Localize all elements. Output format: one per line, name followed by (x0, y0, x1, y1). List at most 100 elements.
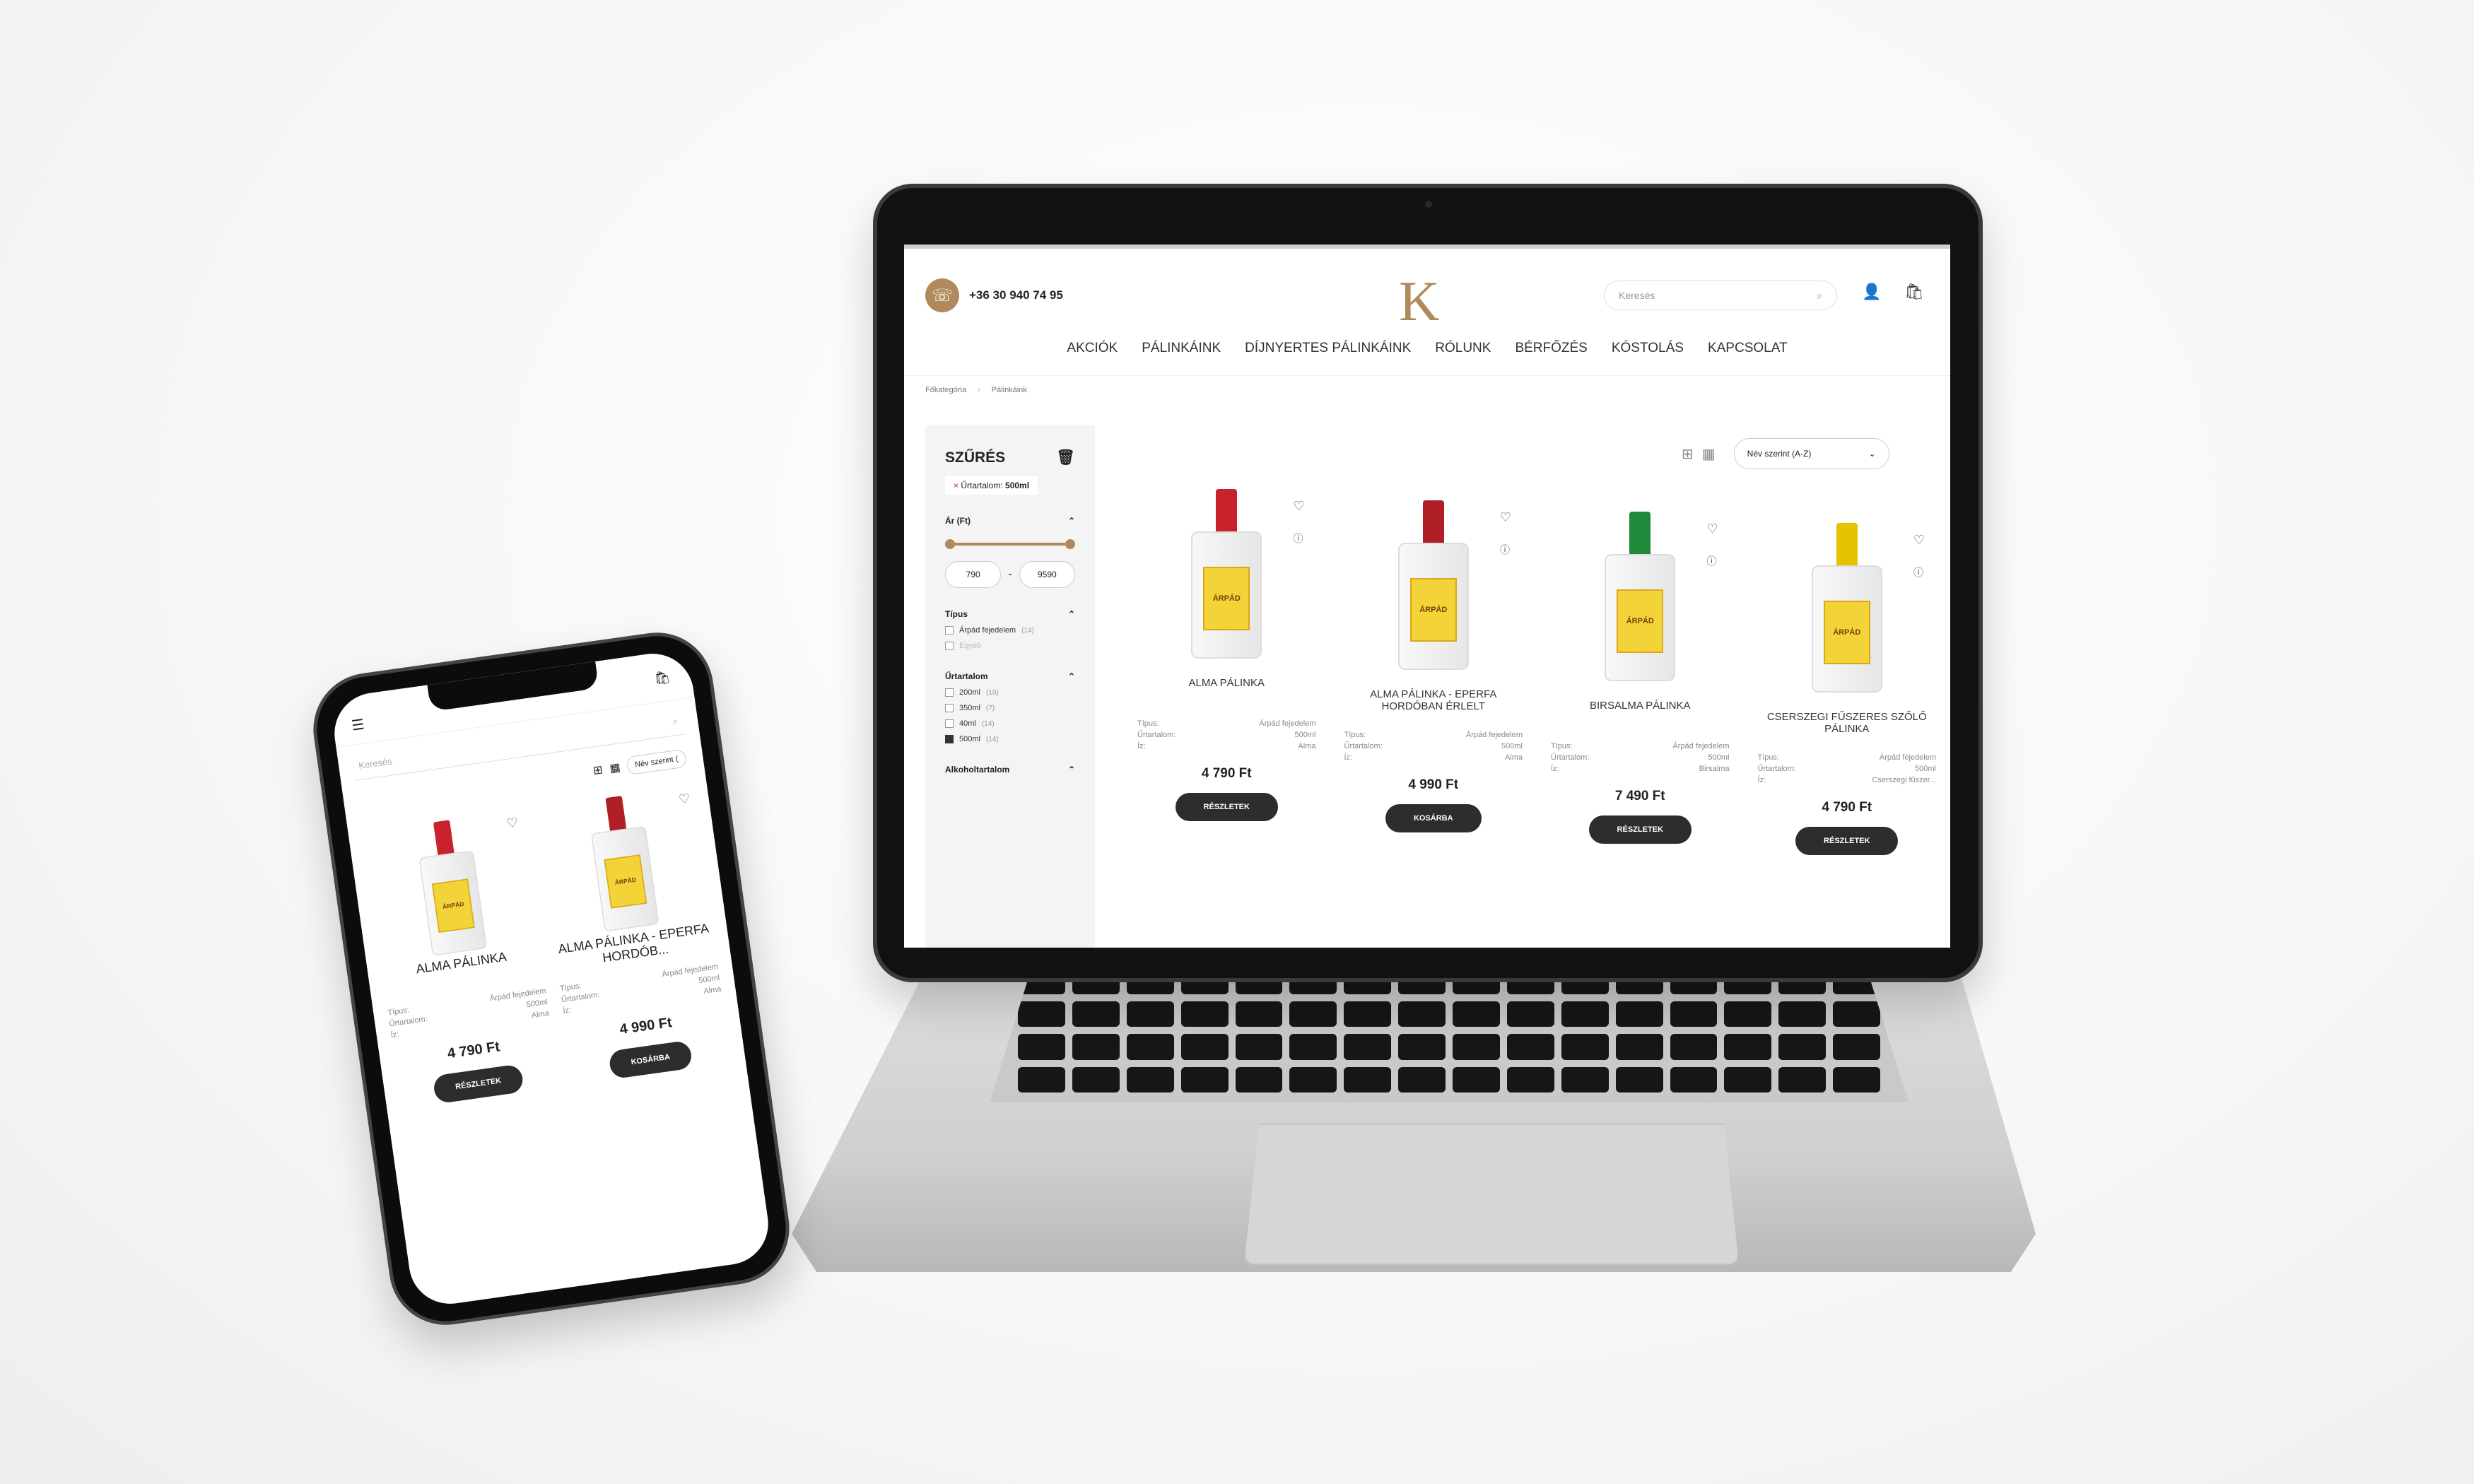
info-icon[interactable]: ⓘ (1500, 543, 1510, 557)
product-action-button[interactable]: KOSÁRBA (1385, 804, 1482, 832)
product-action-button[interactable]: RÉSZLETEK (1795, 827, 1899, 855)
checkbox[interactable] (945, 626, 954, 635)
user-icon[interactable]: 👤 (1862, 283, 1881, 301)
product-image[interactable]: ÁRPÁD (1587, 512, 1693, 688)
checkbox[interactable] (945, 719, 954, 728)
price-min-input[interactable]: 790 (945, 561, 1002, 588)
bottle-label: ÁRPÁD (1203, 567, 1250, 630)
product-image[interactable]: ÁRPÁD (573, 791, 674, 939)
price-filter-header[interactable]: Ár (Ft) ⌃ (945, 516, 1075, 526)
trash-icon[interactable]: 🗑 (1056, 449, 1075, 466)
nav-item-kapcsolat[interactable]: KAPCSOLAT (1708, 341, 1788, 356)
mobile-product-card[interactable]: ♡ ÁRPÁD ALMA PÁLINKA - EPERFA HORDÓB... … (534, 781, 732, 1085)
product-image[interactable]: ÁRPÁD (1794, 523, 1900, 700)
bag-icon[interactable]: 🛍 (653, 670, 672, 687)
volume-option[interactable]: 350ml (7) (945, 704, 1075, 712)
bottle-cap (1422, 500, 1444, 543)
grid-view-icon[interactable]: ⊞ (1682, 445, 1694, 463)
keyboard-key (1344, 1066, 1392, 1093)
nav-item-berfozes[interactable]: BÉRFŐZÉS (1515, 341, 1587, 356)
mobile-product-card[interactable]: ♡ ÁRPÁD ALMA PÁLINKA Típus: Árpád fejedel… (362, 805, 560, 1109)
spec-value: Árpád fejedelem (1465, 731, 1523, 739)
nav-item-palinkaink[interactable]: PÁLINKÁINK (1142, 341, 1221, 356)
price-slider[interactable] (945, 537, 1075, 551)
close-icon[interactable]: × (954, 481, 961, 490)
bottle-cap (1836, 523, 1858, 565)
product-name[interactable]: ALMA PÁLINKA (1137, 677, 1316, 708)
heart-icon[interactable]: ♡ (1706, 522, 1718, 536)
nav-item-kostolas[interactable]: KÓSTOLÁS (1612, 341, 1684, 356)
heart-icon[interactable]: ♡ (1293, 499, 1304, 514)
product-card[interactable]: ♡ ⓘ ÁRPÁD ALMA PÁLINKA Típus: Árpád fejed… (1137, 489, 1316, 855)
search-input[interactable]: Keresés ⌕ (1604, 281, 1837, 310)
type-filter-header[interactable]: Típus ⌃ (945, 609, 1075, 619)
sort-label: Név szerint (A-Z) (1747, 449, 1812, 459)
spec-label: Íz: (1344, 753, 1353, 762)
phone-number: +36 30 940 74 95 (969, 288, 1063, 302)
bag-icon[interactable]: 🛍 (1904, 283, 1924, 301)
breadcrumb-separator: › (978, 386, 980, 394)
slider-min-handle[interactable] (945, 539, 955, 549)
volume-option[interactable]: 500ml (14) (945, 735, 1075, 743)
nav-item-rolunk[interactable]: RÓLUNK (1435, 341, 1491, 356)
grid-view-icon[interactable]: ⊞ (592, 762, 604, 778)
product-card[interactable]: ♡ ⓘ ÁRPÁD ALMA PÁLINKA - EPERFA HORDÓBAN… (1344, 500, 1523, 855)
type-option[interactable]: Egyéb (945, 642, 1075, 650)
info-icon[interactable]: ⓘ (1913, 565, 1923, 579)
search-icon[interactable]: ⌕ (1817, 290, 1822, 302)
keyboard-key (1615, 1034, 1663, 1060)
price-max-input[interactable]: 9590 (1019, 561, 1075, 588)
product-name[interactable]: CSERSZEGI FŰSZERES SZŐLŐ PÁLINKA (1758, 711, 1937, 742)
volume-option[interactable]: 40ml (14) (945, 719, 1075, 728)
type-option[interactable]: Árpád fejedelem (14) (945, 626, 1075, 635)
checkbox[interactable] (945, 704, 954, 712)
keyboard-key (1724, 1001, 1772, 1027)
product-card[interactable]: ♡ ⓘ ÁRPÁD BIRSALMA PÁLINKA Típus: Árpád f… (1551, 512, 1730, 855)
keyboard-key (1398, 1001, 1446, 1027)
site-logo[interactable]: K (1399, 270, 1440, 334)
phone-contact[interactable]: ☏ +36 30 940 74 95 (925, 278, 1063, 312)
heart-icon[interactable]: ♡ (678, 791, 691, 807)
info-icon[interactable]: ⓘ (1294, 531, 1303, 546)
checkbox[interactable] (945, 688, 954, 697)
mobile-sort-select[interactable]: Név szerint ( (626, 748, 688, 775)
keyboard-key (1833, 1034, 1880, 1060)
checkbox[interactable] (945, 642, 954, 650)
product-action-button[interactable]: KOSÁRBA (608, 1040, 693, 1080)
chevron-up-icon: ⌃ (1067, 765, 1075, 775)
product-image[interactable]: ÁRPÁD (1380, 500, 1487, 677)
alcohol-filter-header[interactable]: Alkoholtartalom ⌃ (945, 765, 1075, 775)
product-name[interactable]: ALMA PÁLINKA - EPERFA HORDÓBAN ÉRLELT (1344, 688, 1523, 719)
product-image[interactable]: ÁRPÁD (401, 815, 502, 963)
spec-label: Típus: (1344, 731, 1366, 739)
keyboard-key (1398, 1034, 1446, 1060)
product-image[interactable]: ÁRPÁD (1173, 489, 1279, 666)
spec-label: Űrtartalom: (1137, 731, 1176, 739)
product-action-button[interactable]: RÉSZLETEK (432, 1064, 524, 1105)
spec-value: Alma (1298, 742, 1316, 750)
heart-icon[interactable]: ♡ (1913, 533, 1925, 548)
slider-max-handle[interactable] (1065, 539, 1075, 549)
product-action-button[interactable]: RÉSZLETEK (1588, 815, 1692, 844)
trackpad (1244, 1124, 1739, 1265)
info-icon[interactable]: ⓘ (1707, 554, 1717, 568)
product-action-button[interactable]: RÉSZLETEK (1175, 793, 1278, 821)
search-icon[interactable]: ⌕ (672, 715, 679, 727)
sort-select[interactable]: Név szerint (A-Z) ⌄ (1733, 438, 1889, 469)
product-name[interactable]: BIRSALMA PÁLINKA (1551, 700, 1730, 731)
volume-option[interactable]: 200ml (10) (945, 688, 1075, 697)
list-view-icon[interactable]: ▦ (1702, 445, 1716, 463)
active-filter-chip[interactable]: × Űrtartalom: 500ml (945, 476, 1038, 495)
heart-icon[interactable]: ♡ (1500, 510, 1511, 525)
product-card[interactable]: ♡ ⓘ ÁRPÁD CSERSZEGI FŰSZERES SZŐLŐ PÁLIN… (1758, 523, 1937, 855)
list-view-icon[interactable]: ▦ (609, 760, 621, 776)
checkbox-checked[interactable] (945, 735, 954, 743)
heart-icon[interactable]: ♡ (505, 815, 519, 832)
nav-item-dijnyertes[interactable]: DÍJNYERTES PÁLINKÁINK (1245, 341, 1411, 356)
hamburger-menu-icon[interactable]: ☰ (351, 715, 365, 734)
nav-item-akciok[interactable]: AKCIÓK (1067, 341, 1118, 356)
spec-value: 500ml (1708, 753, 1730, 762)
spec-label: Íz: (1551, 765, 1559, 773)
volume-filter-header[interactable]: Űrtartalom ⌃ (945, 671, 1075, 681)
breadcrumb-root[interactable]: Főkategória (925, 386, 966, 394)
